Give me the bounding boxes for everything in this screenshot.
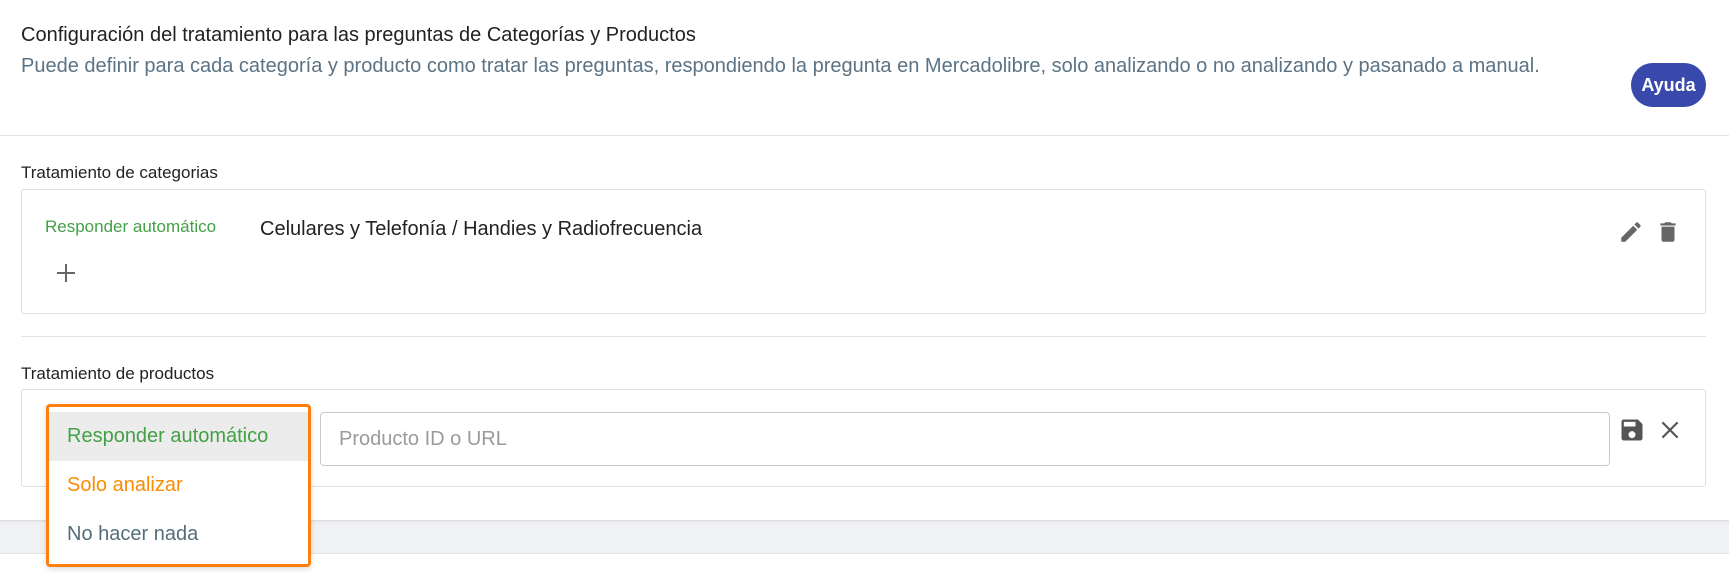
floppy-disk-icon[interactable] (1617, 415, 1647, 445)
categories-section-label: Tratamiento de categorias (21, 163, 218, 182)
plus-icon[interactable] (52, 259, 80, 287)
product-id-input[interactable] (320, 412, 1610, 466)
page-title: Configuración del tratamiento para las p… (21, 24, 696, 46)
category-mode-label: Responder automático (45, 217, 217, 236)
close-icon[interactable] (1655, 415, 1685, 445)
edit-icon[interactable] (1617, 218, 1645, 246)
trash-icon[interactable] (1654, 218, 1682, 246)
page-description: Puede definir para cada categoría y prod… (21, 55, 1540, 77)
category-name: Celulares y Telefonía / Handies y Radiof… (260, 218, 703, 240)
help-button[interactable]: Ayuda (1631, 63, 1706, 107)
dropdown-option-analyze[interactable]: Solo analizar (49, 461, 308, 510)
divider (21, 336, 1706, 337)
dropdown-option-auto[interactable]: Responder automático (49, 412, 308, 461)
divider (0, 135, 1729, 136)
card-header: Configuración del tratamiento para las p… (21, 22, 1621, 82)
mode-dropdown-menu: Responder automático Solo analizar No ha… (46, 404, 311, 567)
dropdown-option-nothing[interactable]: No hacer nada (49, 510, 308, 559)
products-section-label: Tratamiento de productos (21, 364, 215, 383)
categories-box: Responder automático Celulares y Telefon… (21, 189, 1706, 314)
